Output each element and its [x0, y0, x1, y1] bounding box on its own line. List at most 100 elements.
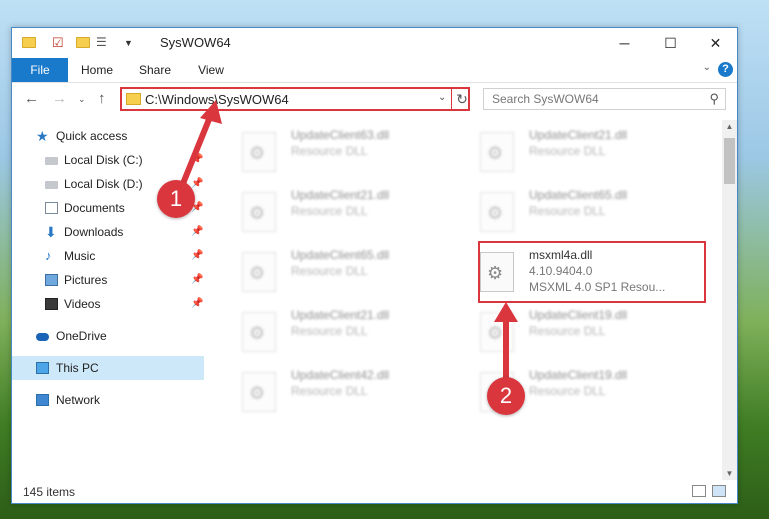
document-icon: [45, 202, 58, 214]
search-input[interactable]: Search SysWOW64 ⚲: [483, 88, 726, 110]
sidebar-item-label: Local Disk (C:): [64, 153, 143, 167]
large-icons-view-icon[interactable]: [712, 485, 726, 497]
navigation-bar: ← → ⌄ ↑ C:\Windows\SysWOW64 ⌄ ↻ Search S…: [12, 83, 737, 115]
file-name: UpdateClient19.dll: [529, 368, 628, 382]
sidebar-item-pictures[interactable]: Pictures 📌: [12, 268, 204, 292]
file-list: ⚙ UpdateClient63.dll Resource DLL ⚙ Upda…: [216, 120, 722, 468]
tab-share[interactable]: Share: [132, 58, 178, 82]
drive-icon: [45, 181, 58, 189]
file-type: Resource DLL: [291, 264, 368, 278]
file-type: Resource DLL: [529, 144, 606, 158]
sidebar-item-label: Network: [56, 393, 101, 407]
file-type: Resource DLL: [291, 324, 368, 338]
sidebar-item-label: Quick access: [56, 129, 128, 143]
folder-icon: [22, 35, 36, 49]
ribbon-tabs: File Home Share View ⌄ ?: [12, 58, 737, 83]
network-icon: [36, 394, 49, 406]
help-icon[interactable]: ?: [718, 62, 733, 77]
dll-file-icon: ⚙: [242, 192, 276, 232]
file-name: UpdateClient65.dll: [291, 248, 390, 262]
sidebar-item-network[interactable]: Network: [12, 388, 204, 412]
file-type: Resource DLL: [291, 204, 368, 218]
back-arrow-icon[interactable]: ←: [24, 90, 39, 107]
drive-icon: [45, 157, 58, 165]
vertical-scrollbar[interactable]: ▲ ▼: [722, 120, 737, 480]
dll-file-icon: ⚙: [480, 192, 514, 232]
address-bar[interactable]: C:\Windows\SysWOW64 ⌄ ↻: [120, 87, 470, 111]
file-item[interactable]: ⚙ UpdateClient42.dll Resource DLL: [228, 364, 453, 420]
videos-icon: [45, 298, 58, 310]
search-icon[interactable]: ⚲: [709, 91, 719, 107]
title-bar: ☑ ☰ ▼ SysWOW64 ─ ☐ ✕: [12, 28, 737, 58]
qat-dropdown-icon[interactable]: ▼: [124, 38, 138, 52]
sidebar-item-label: Music: [64, 249, 96, 263]
sidebar-item-music[interactable]: ♪ Music 📌: [12, 244, 204, 268]
file-item[interactable]: ⚙ UpdateClient63.dll Resource DLL: [228, 124, 453, 180]
file-item[interactable]: ⚙ UpdateClient21.dll Resource DLL: [466, 124, 691, 180]
file-item[interactable]: ⚙ UpdateClient21.dll Resource DLL: [228, 304, 453, 360]
file-item[interactable]: ⚙ UpdateClient21.dll Resource DLL: [228, 184, 453, 240]
sidebar-item-local-disk-c[interactable]: Local Disk (C:) 📌: [12, 148, 204, 172]
pictures-icon: [45, 274, 58, 286]
details-view-icon[interactable]: [692, 485, 706, 497]
tab-file[interactable]: File: [12, 58, 68, 82]
step-1-badge: 1: [157, 180, 195, 218]
file-item[interactable]: ⚙ UpdateClient19.dll Resource DLL: [466, 304, 691, 360]
sidebar-item-videos[interactable]: Videos 📌: [12, 292, 204, 316]
step-2-badge: 2: [487, 377, 525, 415]
file-item[interactable]: ⚙ UpdateClient65.dll Resource DLL: [466, 184, 691, 240]
sidebar-item-this-pc[interactable]: This PC: [12, 356, 204, 380]
sidebar-item-label: Videos: [64, 297, 101, 311]
pin-icon: 📌: [191, 226, 204, 237]
sidebar-item-label: This PC: [56, 361, 99, 375]
sidebar-item-onedrive[interactable]: OneDrive: [12, 324, 204, 348]
properties-icon[interactable]: ☑: [52, 35, 66, 50]
address-dropdown-icon[interactable]: ⌄: [438, 92, 446, 103]
address-path[interactable]: C:\Windows\SysWOW64: [145, 92, 289, 107]
dll-file-icon: ⚙: [242, 132, 276, 172]
scroll-down-icon[interactable]: ▼: [722, 469, 737, 478]
sidebar-item-quick-access[interactable]: ★ Quick access: [12, 124, 204, 148]
dll-file-icon: ⚙: [242, 312, 276, 352]
refresh-icon[interactable]: ↻: [451, 89, 472, 109]
recent-locations-icon[interactable]: ⌄: [78, 94, 86, 105]
scroll-thumb[interactable]: [724, 138, 735, 184]
file-explorer-window: ☑ ☰ ▼ SysWOW64 ─ ☐ ✕ File Home Share Vie…: [11, 27, 738, 504]
new-folder-icon[interactable]: [76, 35, 90, 49]
forward-arrow-icon[interactable]: →: [52, 90, 67, 107]
file-type: Resource DLL: [529, 324, 606, 338]
sidebar-item-downloads[interactable]: ⬇ Downloads 📌: [12, 220, 204, 244]
expand-ribbon-icon[interactable]: ⌄: [703, 62, 711, 73]
pin-icon: 📌: [191, 250, 204, 261]
sidebar-item-label: OneDrive: [56, 329, 107, 343]
window-title: SysWOW64: [160, 35, 231, 50]
file-name: UpdateClient19.dll: [529, 308, 628, 322]
search-placeholder: Search SysWOW64: [492, 92, 599, 106]
onedrive-icon: [36, 333, 49, 341]
file-type: Resource DLL: [291, 384, 368, 398]
file-name: UpdateClient21.dll: [529, 128, 628, 142]
customize-qat-icon[interactable]: ☰: [96, 35, 110, 49]
file-item[interactable]: ⚙ UpdateClient65.dll Resource DLL: [228, 244, 453, 300]
download-icon: ⬇: [45, 224, 57, 240]
minimize-button[interactable]: ─: [602, 28, 647, 58]
sidebar-item-label: Downloads: [64, 225, 124, 239]
maximize-button[interactable]: ☐: [648, 28, 693, 58]
close-button[interactable]: ✕: [693, 28, 738, 58]
dll-file-icon: ⚙: [480, 132, 514, 172]
up-arrow-icon[interactable]: ↑: [98, 90, 106, 107]
this-pc-icon: [36, 362, 49, 374]
dll-file-icon: ⚙: [242, 252, 276, 292]
tab-view[interactable]: View: [188, 58, 234, 82]
item-count: 145 items: [23, 485, 76, 499]
file-name: UpdateClient21.dll: [291, 188, 390, 202]
pin-icon: 📌: [191, 154, 204, 165]
highlight-box: [478, 241, 706, 303]
sidebar-item-label: Documents: [64, 201, 125, 215]
tab-home[interactable]: Home: [74, 58, 120, 82]
scroll-up-icon[interactable]: ▲: [722, 122, 737, 131]
folder-icon: [126, 93, 141, 105]
music-icon: ♪: [45, 248, 52, 263]
status-bar: 145 items: [12, 481, 737, 503]
dll-file-icon: ⚙: [242, 372, 276, 412]
